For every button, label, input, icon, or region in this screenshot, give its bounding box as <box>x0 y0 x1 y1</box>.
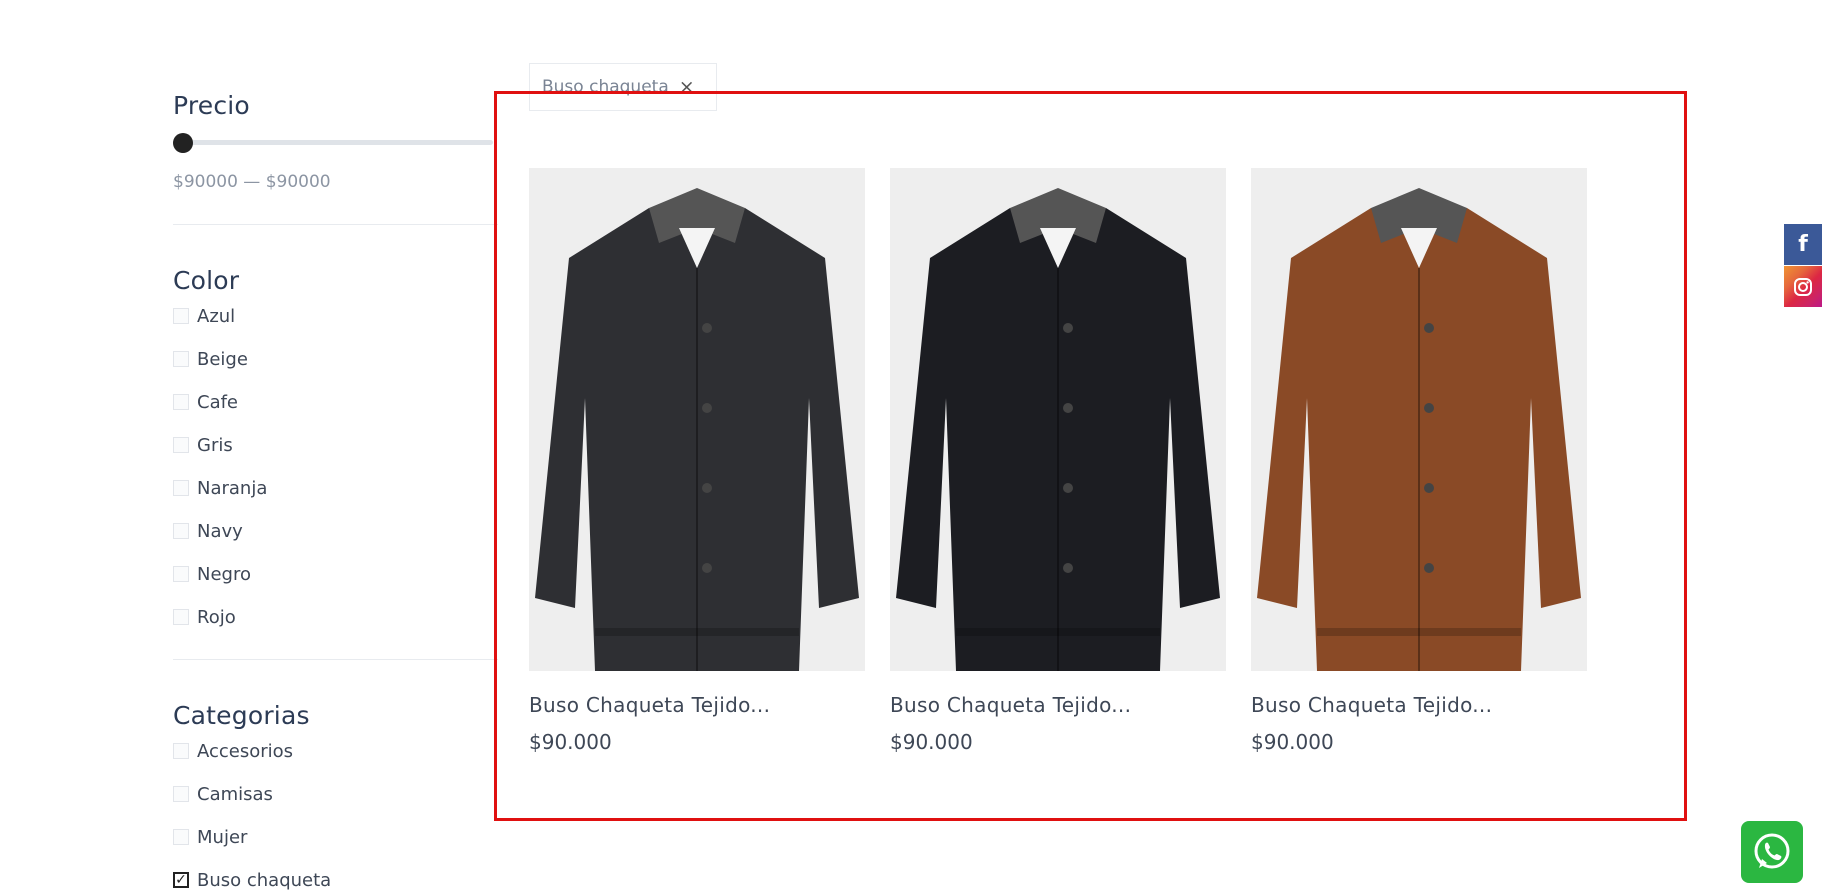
product-title[interactable]: Buso Chaqueta Tejido... <box>529 693 865 717</box>
close-icon[interactable]: × <box>679 76 695 98</box>
color-option[interactable]: Navy <box>173 519 243 543</box>
facebook-icon: f <box>1798 232 1808 257</box>
product-title[interactable]: Buso Chaqueta Tejido... <box>890 693 1226 717</box>
active-filter-tag: Buso chaqueta × <box>529 63 717 111</box>
color-option[interactable]: Beige <box>173 347 248 371</box>
instagram-button[interactable] <box>1784 266 1822 307</box>
divider <box>173 659 498 660</box>
checkbox[interactable] <box>173 829 189 845</box>
price-slider-handle[interactable] <box>173 133 193 153</box>
whatsapp-icon <box>1754 833 1790 869</box>
category-option[interactable]: Buso chaqueta <box>173 868 331 892</box>
whatsapp-button[interactable] <box>1741 821 1803 883</box>
product-card[interactable]: Buso Chaqueta Tejido... $90.000 <box>1251 168 1587 754</box>
active-filter-label: Buso chaqueta <box>542 77 669 97</box>
category-option-label: Mujer <box>197 826 248 848</box>
jacket-brown-icon <box>1251 168 1587 671</box>
product-image[interactable] <box>890 168 1226 671</box>
divider <box>173 224 498 225</box>
product-card[interactable]: Buso Chaqueta Tejido... $90.000 <box>529 168 865 754</box>
checkbox[interactable] <box>173 394 189 410</box>
checkbox-checked[interactable] <box>173 872 189 888</box>
color-option-label: Negro <box>197 563 251 585</box>
product-price: $90.000 <box>529 730 612 754</box>
category-option[interactable]: Accesorios <box>173 739 293 763</box>
checkbox[interactable] <box>173 609 189 625</box>
checkbox[interactable] <box>173 480 189 496</box>
jacket-black-icon <box>890 168 1226 671</box>
category-option[interactable]: Mujer <box>173 825 247 849</box>
price-slider-track[interactable] <box>173 140 493 145</box>
price-range-text: $90000 — $90000 <box>173 172 331 192</box>
color-option[interactable]: Naranja <box>173 476 267 500</box>
checkbox[interactable] <box>173 566 189 582</box>
color-option-label: Azul <box>197 305 236 327</box>
product-title[interactable]: Buso Chaqueta Tejido... <box>1251 693 1587 717</box>
facebook-button[interactable]: f <box>1784 224 1822 265</box>
product-price: $90.000 <box>1251 730 1334 754</box>
checkbox[interactable] <box>173 437 189 453</box>
color-option[interactable]: Negro <box>173 562 251 586</box>
category-option-label: Camisas <box>197 783 273 805</box>
instagram-icon <box>1794 277 1812 296</box>
color-option-label: Navy <box>197 520 243 542</box>
price-filter-title: Precio <box>173 91 250 120</box>
checkbox[interactable] <box>173 743 189 759</box>
color-option-label: Cafe <box>197 391 239 413</box>
color-option[interactable]: Azul <box>173 304 235 328</box>
color-option[interactable]: Rojo <box>173 605 236 629</box>
product-image[interactable] <box>1251 168 1587 671</box>
color-option-label: Naranja <box>197 477 268 499</box>
checkbox[interactable] <box>173 523 189 539</box>
checkbox[interactable] <box>173 308 189 324</box>
checkbox[interactable] <box>173 786 189 802</box>
color-filter-title: Color <box>173 266 240 295</box>
product-image[interactable] <box>529 168 865 671</box>
product-price: $90.000 <box>890 730 973 754</box>
categories-filter-title: Categorias <box>173 701 310 730</box>
color-option-label: Gris <box>197 434 233 456</box>
category-option-label: Accesorios <box>197 740 294 762</box>
color-option[interactable]: Cafe <box>173 390 238 414</box>
checkbox[interactable] <box>173 351 189 367</box>
color-option-label: Rojo <box>197 606 236 628</box>
jacket-gray-icon <box>529 168 865 671</box>
category-option-label: Buso chaqueta <box>197 869 332 891</box>
color-option[interactable]: Gris <box>173 433 233 457</box>
color-option-label: Beige <box>197 348 248 370</box>
product-card[interactable]: Buso Chaqueta Tejido... $90.000 <box>890 168 1226 754</box>
category-option[interactable]: Camisas <box>173 782 273 806</box>
